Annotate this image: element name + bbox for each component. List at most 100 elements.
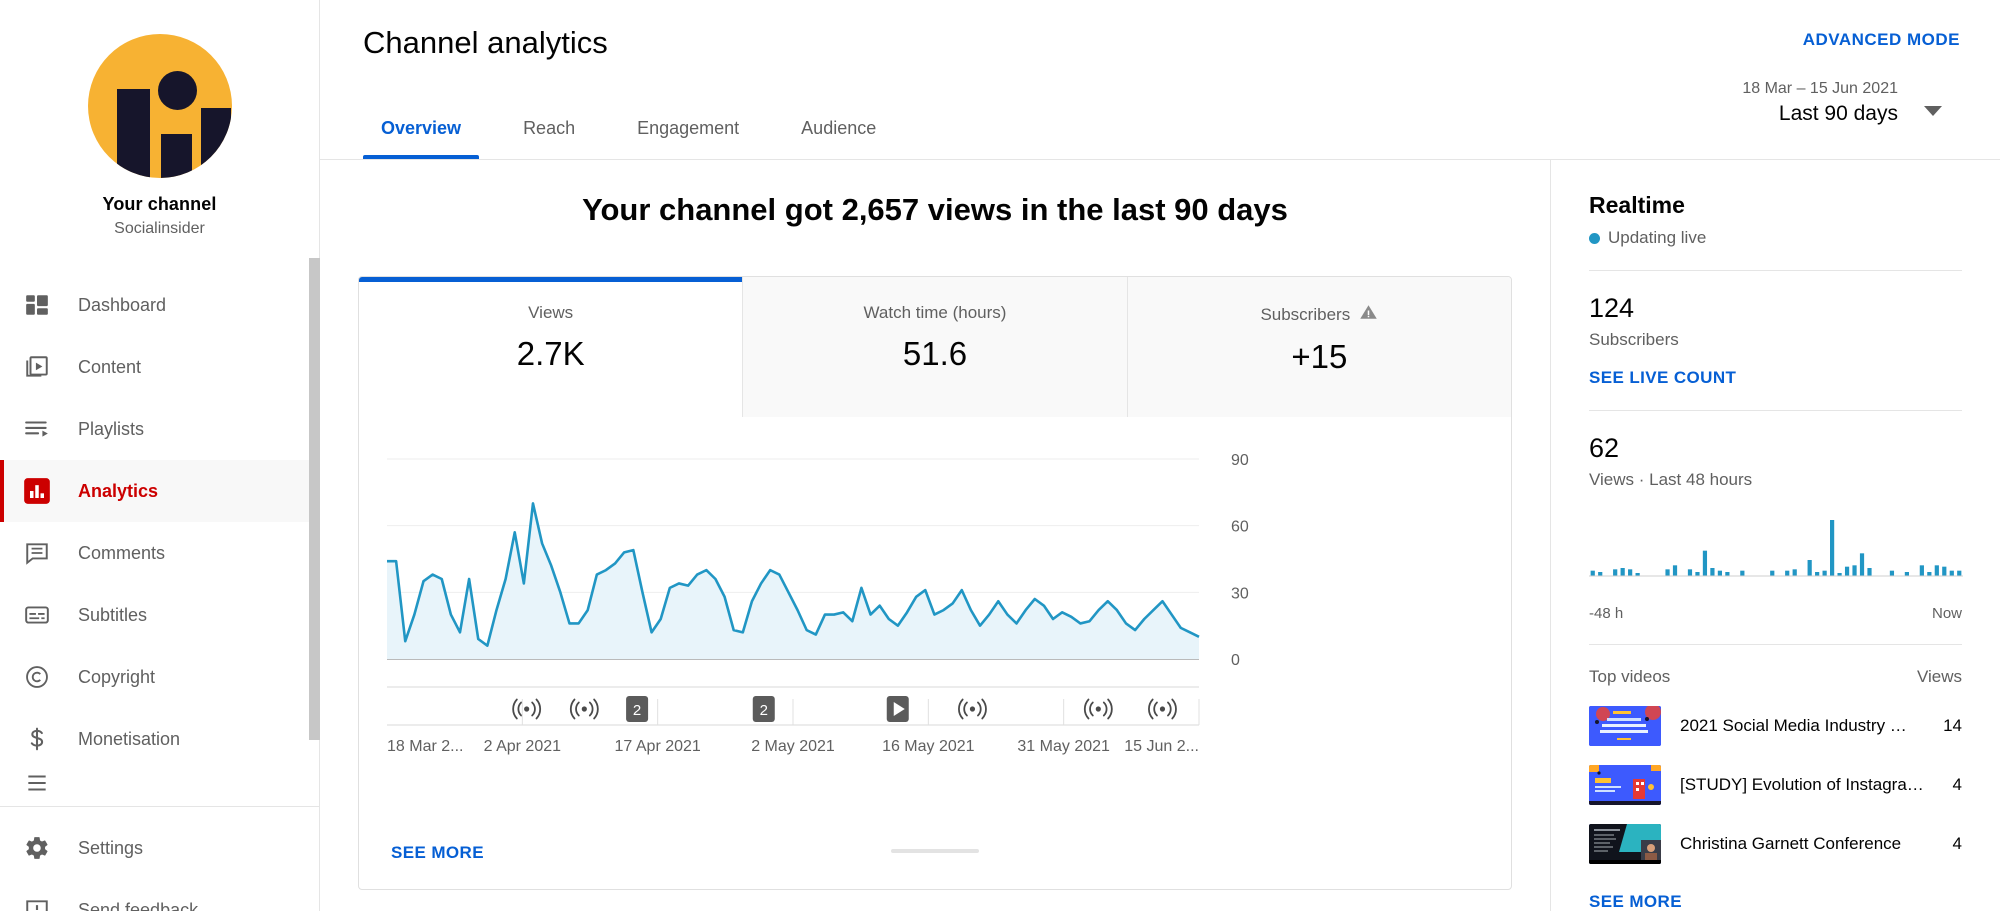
- video-title: 2021 Social Media Industry …: [1680, 716, 1907, 735]
- views-card: Views 2.7K Watch time (hours) 51.6 Subsc…: [358, 276, 1512, 890]
- metric-value: 2.7K: [516, 335, 585, 372]
- video-title: Christina Garnett Conference: [1680, 834, 1902, 853]
- realtime-see-more-button[interactable]: SEE MORE: [1589, 892, 1962, 911]
- content-icon: [22, 352, 52, 382]
- video-views: 14: [1943, 716, 1962, 735]
- sidebar-item-label: Monetisation: [78, 728, 181, 749]
- scroll-handle[interactable]: [891, 849, 979, 853]
- sidebar: Your channel Socialinsider Dashboard Con…: [0, 0, 320, 911]
- sidebar-item-copyright[interactable]: Copyright: [0, 646, 319, 708]
- dashboard-icon: [22, 290, 52, 320]
- sidebar-nav: Dashboard Content Playlists Analytics Co…: [0, 274, 319, 911]
- avatar[interactable]: [87, 34, 232, 178]
- overview-column: Your channel got 2,657 views in the last…: [320, 160, 1550, 911]
- svg-text:0: 0: [1231, 652, 1240, 669]
- metric-label-text: Subscribers: [1260, 304, 1351, 324]
- date-range-subtext: 18 Mar – 15 Jun 2021: [1742, 80, 1898, 97]
- channel-label: Your channel: [102, 194, 217, 214]
- realtime-subscribers-count: 124: [1589, 293, 1635, 323]
- sidebar-item-comments[interactable]: Comments: [0, 522, 319, 584]
- sidebar-item-label: Analytics: [78, 480, 159, 501]
- advanced-mode-button[interactable]: ADVANCED MODE: [1803, 30, 1960, 50]
- svg-text:2 May 2021: 2 May 2021: [751, 738, 835, 755]
- topbar: Channel analytics ADVANCED MODE 18 Mar –…: [320, 0, 2000, 160]
- svg-text:60: 60: [1231, 519, 1249, 536]
- youtube-studio-analytics-page: Your channel Socialinsider Dashboard Con…: [0, 0, 2000, 911]
- tab-audience[interactable]: Audience: [783, 118, 894, 159]
- metric-views[interactable]: Views 2.7K: [359, 277, 744, 417]
- sidebar-item-settings[interactable]: Settings: [0, 817, 319, 879]
- sidebar-item-monetisation[interactable]: Monetisation: [0, 708, 319, 770]
- video-thumbnail: [1589, 765, 1661, 805]
- sidebar-item-label: Comments: [78, 542, 166, 563]
- sidebar-item-clipped[interactable]: [0, 770, 319, 796]
- svg-text:15 Jun 2...: 15 Jun 2...: [1124, 738, 1199, 755]
- metric-subscribers[interactable]: Subscribers +15: [1127, 277, 1511, 417]
- date-range-selector[interactable]: 18 Mar – 15 Jun 2021 Last 90 days: [1742, 80, 1960, 126]
- live-dot-icon: [1589, 232, 1600, 244]
- tab-overview[interactable]: Overview: [363, 118, 480, 159]
- svg-text:2 Apr 2021: 2 Apr 2021: [484, 738, 562, 755]
- sidebar-scrollbar[interactable]: [309, 258, 320, 740]
- sidebar-item-partially-hidden[interactable]: [0, 770, 319, 796]
- sidebar-item-label: Dashboard: [78, 294, 167, 315]
- gear-icon: [22, 833, 52, 863]
- copyright-icon: [22, 662, 52, 692]
- svg-text:90: 90: [1231, 452, 1249, 469]
- top-video-row[interactable]: 2021 Social Media Industry … 14: [1589, 706, 1962, 746]
- analytics-tabs: Overview Reach Engagement Audience: [363, 118, 920, 159]
- avatar-bar-1: [116, 89, 150, 178]
- realtime-subscribers-label: Subscribers: [1589, 330, 1679, 349]
- playlists-icon: [22, 414, 52, 444]
- feedback-icon: [22, 895, 52, 911]
- realtime-axis: -48 h Now: [1589, 605, 1962, 622]
- realtime-sparkline-svg: [1589, 520, 1963, 577]
- content-row: Your channel got 2,657 views in the last…: [320, 160, 2000, 911]
- see-live-count-button[interactable]: SEE LIVE COUNT: [1589, 368, 1962, 388]
- dollar-icon: [22, 724, 52, 754]
- avatar-dot: [157, 71, 197, 110]
- realtime-status: Updating live: [1589, 228, 1962, 248]
- channel-block: Your channel Socialinsider: [0, 0, 319, 248]
- realtime-views-count: 62: [1589, 433, 1620, 463]
- sidebar-item-label: Send feedback: [78, 899, 199, 911]
- tab-engagement[interactable]: Engagement: [619, 118, 757, 159]
- top-video-row[interactable]: Christina Garnett Conference 4: [1589, 824, 1962, 864]
- sidebar-item-label: Content: [78, 356, 142, 377]
- realtime-sparkline[interactable]: [1589, 514, 1963, 599]
- realtime-axis-right: Now: [1931, 605, 1962, 622]
- customisation-icon: [22, 770, 52, 796]
- sidebar-item-send-feedback[interactable]: Send feedback: [0, 879, 319, 911]
- analytics-icon: [22, 476, 52, 506]
- main-area: Channel analytics ADVANCED MODE 18 Mar –…: [320, 0, 2000, 911]
- realtime-views-block: 62 Views · Last 48 hours -48 h Now: [1589, 411, 1963, 622]
- metric-value: 51.6: [902, 335, 968, 372]
- realtime-title: Realtime: [1589, 192, 1685, 218]
- chart-see-more-button[interactable]: SEE MORE: [359, 817, 1511, 889]
- metric-label: Watch time (hours): [743, 303, 1126, 323]
- warning-triangle-icon[interactable]: [1359, 303, 1378, 326]
- svg-text:17 Apr 2021: 17 Apr 2021: [615, 738, 701, 755]
- video-title: [STUDY] Evolution of Instagra…: [1680, 775, 1924, 794]
- top-video-row[interactable]: [STUDY] Evolution of Instagra… 4: [1589, 765, 1962, 805]
- avatar-bar-3: [200, 108, 231, 178]
- date-range-value: Last 90 days: [1778, 102, 1898, 125]
- sidebar-item-dashboard[interactable]: Dashboard: [0, 274, 319, 336]
- sidebar-item-content[interactable]: Content: [0, 336, 319, 398]
- svg-text:2: 2: [760, 702, 768, 719]
- sidebar-item-analytics[interactable]: Analytics: [0, 460, 319, 522]
- sidebar-divider: [0, 806, 319, 807]
- views-line-chart[interactable]: 0 30 60 90 2 2 18 Mar 2... 2 Apr 2021 17 Apr 202…: [359, 417, 1511, 817]
- realtime-axis-left: -48 h: [1589, 605, 1624, 622]
- svg-text:31 May 2021: 31 May 2021: [1017, 738, 1110, 755]
- metric-watch-time[interactable]: Watch time (hours) 51.6: [743, 277, 1128, 417]
- realtime-panel: Realtime Updating live 124 Subscribers S…: [1550, 160, 2000, 911]
- avatar-bar-2: [160, 134, 192, 178]
- sidebar-item-subtitles[interactable]: Subtitles: [0, 584, 319, 646]
- video-views: 4: [1952, 775, 1962, 794]
- svg-text:2: 2: [633, 702, 641, 719]
- views-column-header: Views: [1916, 667, 1962, 686]
- video-thumbnail: [1589, 824, 1661, 864]
- sidebar-item-playlists[interactable]: Playlists: [0, 398, 319, 460]
- tab-reach[interactable]: Reach: [505, 118, 593, 159]
